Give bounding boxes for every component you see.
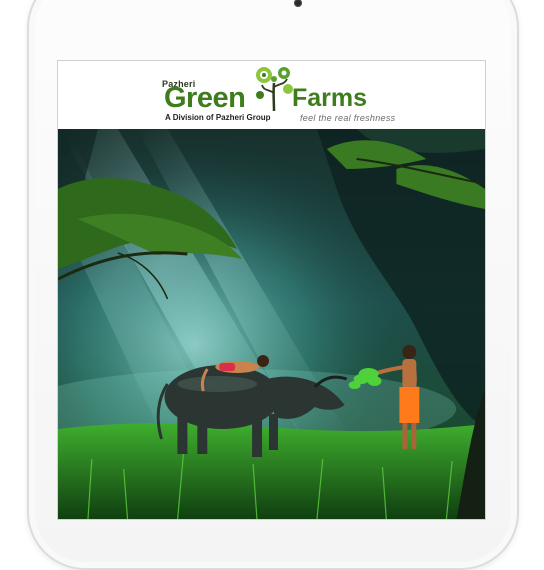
- site-header: Pazheri Green Farms A Division of Pazher…: [58, 61, 485, 130]
- brand-division: A Division of Pazheri Group: [165, 113, 271, 122]
- brand-word-green: Green: [164, 82, 246, 114]
- brand-tagline: feel the real freshness: [300, 113, 396, 123]
- hero-image: [58, 129, 485, 519]
- tree-sprout-icon: [256, 67, 293, 112]
- brand-word-farms: Farms: [292, 84, 368, 112]
- front-camera-icon: [294, 0, 302, 7]
- tablet-screen: Pazheri Green Farms A Division of Pazher…: [57, 60, 486, 520]
